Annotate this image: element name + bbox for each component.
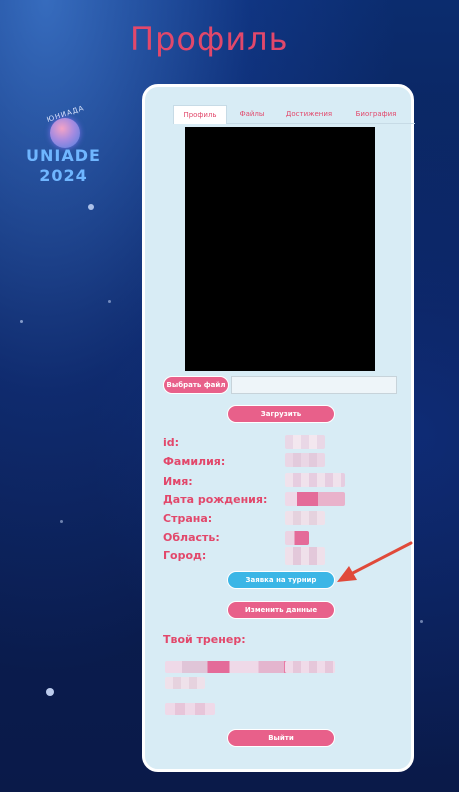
tournament-application-button[interactable]: Заявка на турнир [227, 571, 335, 589]
edit-data-button[interactable]: Изменить данные [227, 601, 335, 619]
redacted-region-value [285, 531, 309, 545]
tab-profile[interactable]: Профиль [173, 105, 227, 124]
redacted-id-value [285, 435, 325, 449]
redacted-country-value [285, 511, 325, 525]
logout-button[interactable]: Выйти [227, 729, 335, 747]
field-label-city: Город: [163, 549, 207, 562]
sparkle-dot [108, 300, 111, 303]
redacted-name-value [285, 473, 345, 487]
logo-year: 2024 [39, 166, 88, 185]
sparkle-dot [20, 320, 23, 323]
redacted-trainer-line-1b [285, 661, 335, 673]
file-upload-row: Выбрать файл [163, 376, 399, 394]
redacted-birth-date-value [285, 492, 345, 506]
field-label-birth-date: Дата рождения: [163, 493, 268, 506]
field-label-region: Область: [163, 531, 220, 544]
logo-word: UNIADE [26, 146, 101, 165]
profile-photo [185, 127, 375, 371]
field-label-country: Страна: [163, 512, 213, 525]
annotation-arrow-icon [337, 541, 413, 582]
choose-file-button[interactable]: Выбрать файл [163, 376, 229, 394]
profile-tabs: Профиль Файлы Достижения Биография [173, 105, 415, 124]
redacted-surname-value [285, 453, 325, 467]
profile-card: Профиль Файлы Достижения Биография Выбра… [142, 84, 415, 772]
sparkle-dot [420, 620, 423, 623]
tab-files[interactable]: Файлы [227, 105, 277, 123]
redacted-trainer-line-2 [165, 677, 205, 689]
sparkle-dot [46, 688, 54, 696]
field-label-surname: Фамилия: [163, 455, 226, 468]
trainer-heading: Твой тренер: [163, 633, 246, 646]
upload-button[interactable]: Загрузить [227, 405, 335, 423]
tab-biography[interactable]: Биография [341, 105, 411, 123]
redacted-trainer-line-3 [165, 703, 215, 715]
sparkle-dot [88, 204, 94, 210]
logo-globe-icon [50, 118, 80, 148]
sparkle-dot [60, 520, 63, 523]
file-name-field[interactable] [231, 376, 397, 394]
field-label-id: id: [163, 436, 180, 449]
redacted-city-value [285, 547, 325, 565]
uniade-logo: ЮНИАДА UNIADE 2024 [16, 104, 111, 198]
field-label-name: Имя: [163, 475, 193, 488]
tab-achievements[interactable]: Достижения [277, 105, 341, 123]
page-title: Профиль [130, 20, 289, 58]
